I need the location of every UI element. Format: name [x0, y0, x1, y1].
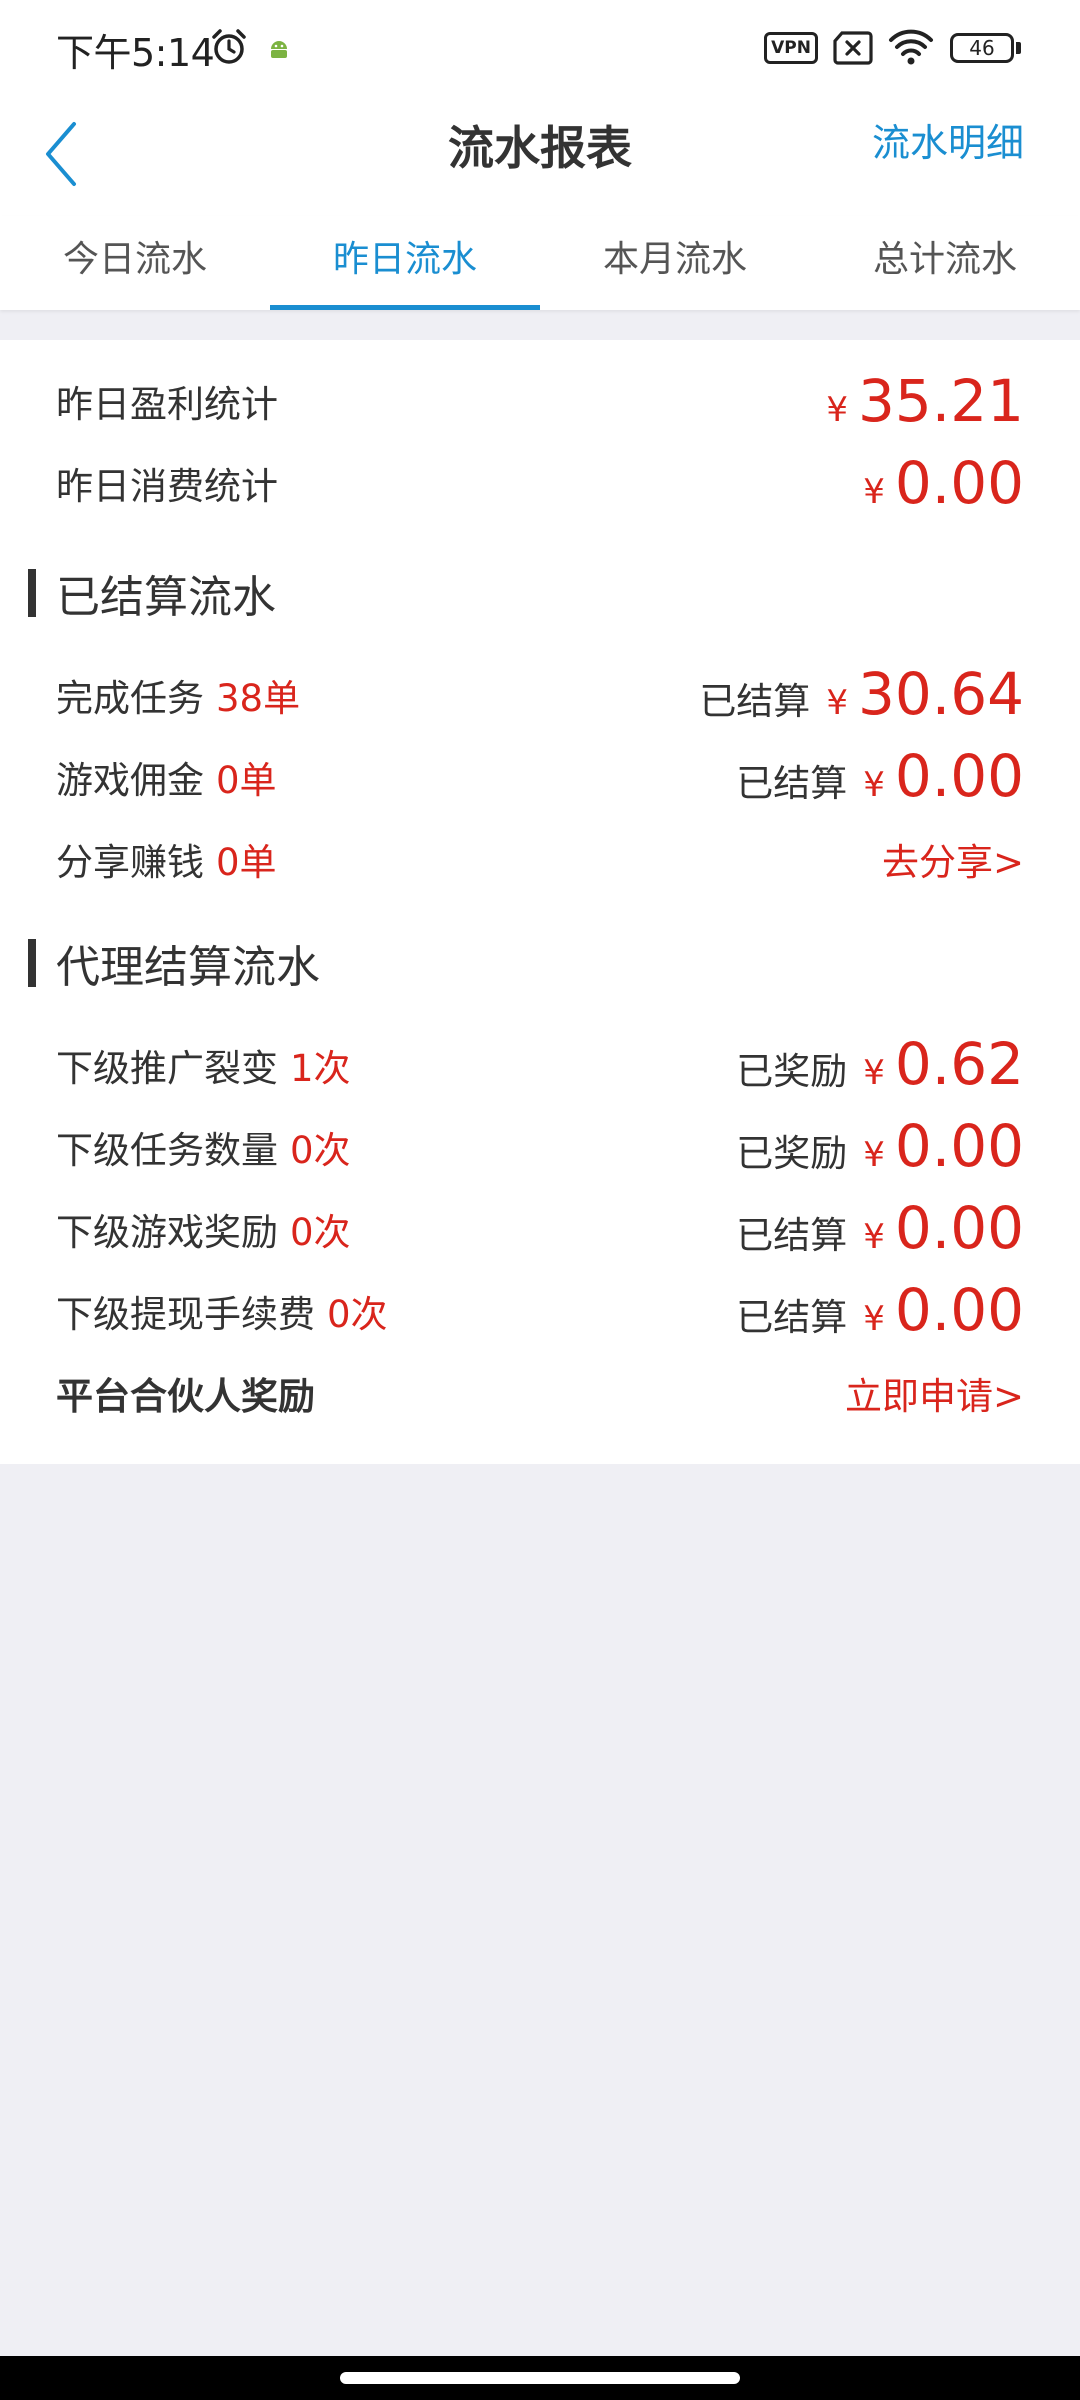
- item-label: 下级任务数量: [56, 1129, 278, 1172]
- partner-reward-label: 平台合伙人奖励: [56, 1375, 315, 1418]
- report-card: 昨日盈利统计 ¥ 35.21 昨日消费统计 ¥ 0.00 已结算流水 完成任务 …: [0, 340, 1080, 1464]
- nav-bar: 流水报表 流水明细: [0, 96, 1080, 216]
- android-icon: [271, 41, 287, 58]
- section-marker: [28, 569, 36, 617]
- item-count: 38单: [216, 677, 301, 720]
- item-label: 完成任务: [56, 677, 204, 720]
- item-status: 已奖励: [736, 1132, 848, 1175]
- no-sim-icon: [833, 31, 873, 65]
- wifi-icon: [889, 29, 933, 65]
- tab-total[interactable]: 总计流水: [810, 216, 1080, 310]
- item-status: 已结算: [699, 680, 811, 723]
- yen-symbol: ¥: [826, 683, 848, 723]
- item-count: 0次: [290, 1129, 351, 1172]
- vpn-icon: VPN: [764, 32, 818, 64]
- item-label: 游戏佣金: [56, 759, 204, 802]
- profit-summary-row: 昨日盈利统计 ¥ 35.21: [56, 366, 1024, 436]
- item-amount: 0.00: [894, 1276, 1024, 1344]
- yen-symbol: ¥: [863, 1217, 885, 1257]
- item-count: 0次: [327, 1293, 388, 1336]
- agent-section-header: 代理结算流水: [0, 928, 1080, 998]
- list-item: 游戏佣金 0单 已结算 ¥ 0.00: [56, 742, 1024, 812]
- item-amount: 0.00: [894, 1112, 1024, 1180]
- tab-bar: 今日流水 昨日流水 本月流水 总计流水: [0, 216, 1080, 310]
- item-label: 下级游戏奖励: [56, 1211, 278, 1254]
- item-status: 已奖励: [736, 1050, 848, 1093]
- home-indicator[interactable]: [340, 2372, 740, 2384]
- detail-link-button[interactable]: 流水明细: [872, 112, 1024, 167]
- item-status: 已结算: [736, 1296, 848, 1339]
- list-item: 下级游戏奖励 0次 已结算 ¥ 0.00: [56, 1194, 1024, 1264]
- apply-now-link[interactable]: 立即申请>: [845, 1366, 1024, 1420]
- consume-label: 昨日消费统计: [56, 465, 278, 508]
- item-amount: 30.64: [857, 660, 1024, 728]
- status-bar: 下午5:14 VPN 46: [0, 0, 1080, 96]
- profit-amount: 35.21: [857, 367, 1024, 435]
- item-amount: 0.62: [894, 1030, 1024, 1098]
- status-time: 下午5:14: [56, 31, 215, 75]
- item-status: 已结算: [736, 762, 848, 805]
- list-item: 下级推广裂变 1次 已奖励 ¥ 0.62: [56, 1030, 1024, 1100]
- list-item: 下级提现手续费 0次 已结算 ¥ 0.00: [56, 1276, 1024, 1346]
- list-item: 分享赚钱 0单 去分享>: [56, 824, 1024, 894]
- yen-symbol: ¥: [863, 765, 885, 805]
- item-status: 已结算: [736, 1214, 848, 1257]
- item-count: 0单: [216, 841, 277, 884]
- tab-yesterday[interactable]: 昨日流水: [270, 216, 540, 310]
- yen-symbol: ¥: [863, 1135, 885, 1175]
- battery-cap: [1016, 42, 1021, 54]
- go-share-link[interactable]: 去分享>: [882, 832, 1024, 886]
- item-count: 1次: [290, 1047, 351, 1090]
- item-count: 0单: [216, 759, 277, 802]
- consume-summary-row: 昨日消费统计 ¥ 0.00: [56, 448, 1024, 518]
- item-label: 分享赚钱: [56, 841, 204, 884]
- section-marker: [28, 939, 36, 987]
- list-item: 完成任务 38单 已结算 ¥ 30.64: [56, 660, 1024, 730]
- partner-reward-row: 平台合伙人奖励 立即申请>: [56, 1358, 1024, 1428]
- agent-section-title: 代理结算流水: [56, 942, 320, 993]
- alarm-icon: [212, 29, 246, 64]
- tab-today[interactable]: 今日流水: [0, 216, 270, 310]
- item-label: 下级推广裂变: [56, 1047, 278, 1090]
- system-nav-bar: [0, 2356, 1080, 2400]
- yen-symbol: ¥: [826, 390, 848, 430]
- battery-icon: 46: [950, 33, 1014, 63]
- item-amount: 0.00: [894, 742, 1024, 810]
- yen-symbol: ¥: [863, 472, 885, 512]
- tab-this-month[interactable]: 本月流水: [540, 216, 810, 310]
- consume-amount: 0.00: [894, 449, 1024, 517]
- item-count: 0次: [290, 1211, 351, 1254]
- yen-symbol: ¥: [863, 1053, 885, 1093]
- screen: 下午5:14 VPN 46 流水报表 流水明细 今日流水 昨日流水 本月流水 总…: [0, 0, 1080, 2400]
- item-amount: 0.00: [894, 1194, 1024, 1262]
- item-label: 下级提现手续费: [56, 1293, 315, 1336]
- settled-section-title: 已结算流水: [56, 572, 276, 623]
- list-item: 下级任务数量 0次 已奖励 ¥ 0.00: [56, 1112, 1024, 1182]
- settled-section-header: 已结算流水: [0, 558, 1080, 628]
- yen-symbol: ¥: [863, 1299, 885, 1339]
- profit-label: 昨日盈利统计: [56, 383, 278, 426]
